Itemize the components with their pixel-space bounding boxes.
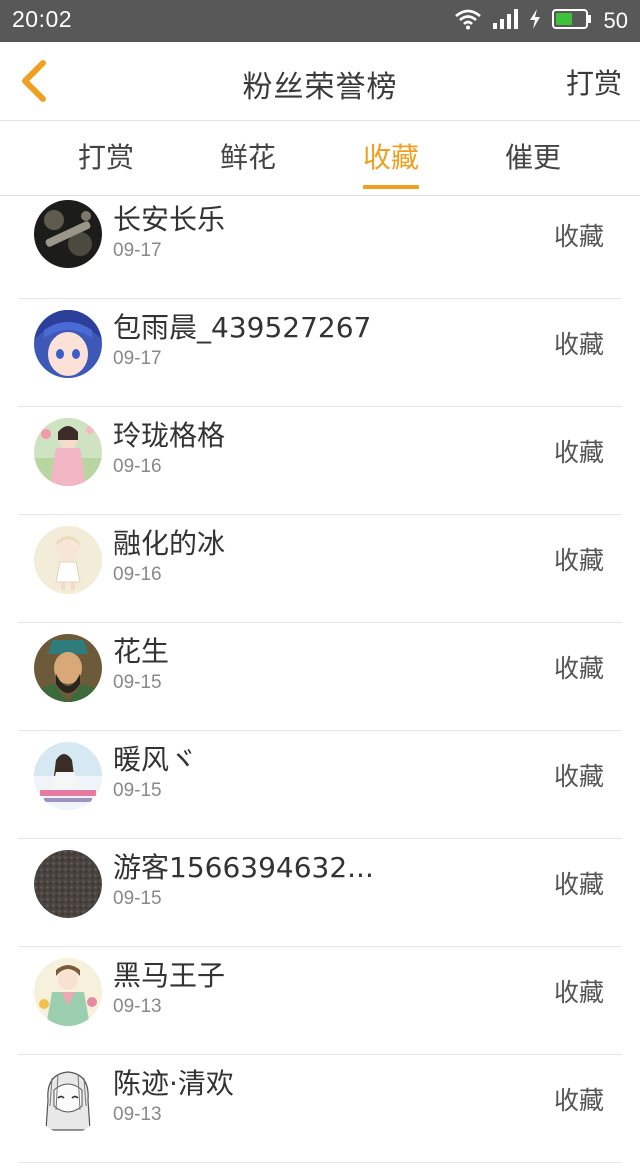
page-title: 粉丝荣誉榜 — [242, 70, 398, 105]
fan-name: 长安长乐 — [113, 203, 226, 236]
avatar — [34, 850, 102, 918]
active-tab-indicator — [363, 185, 419, 189]
tab-label: 打赏 — [77, 141, 134, 174]
fan-action: 收藏 — [553, 1086, 604, 1115]
fan-name: 融化的冰 — [113, 527, 226, 560]
fan-name: 游客1566394632... — [113, 851, 374, 884]
signal-icon — [492, 8, 518, 34]
list-item[interactable]: 花生 09-15 收藏 — [18, 622, 622, 731]
fan-action: 收藏 — [553, 762, 604, 791]
tab-flowers[interactable]: 鲜花 — [188, 121, 308, 195]
fan-action: 收藏 — [553, 978, 604, 1007]
tab-label: 催更 — [504, 141, 561, 174]
battery-level: 50 — [603, 8, 628, 33]
fan-date: 09-13 — [113, 1104, 162, 1125]
status-icons: 50 — [454, 8, 628, 34]
list-item[interactable]: 黑马王子 09-13 收藏 — [18, 946, 622, 1055]
list-item[interactable]: 长安长乐 09-17 收藏 — [18, 190, 622, 299]
fan-date: 09-13 — [113, 996, 162, 1017]
list-item[interactable]: 暖风ヾ 09-15 收藏 — [18, 730, 622, 839]
tab-reward[interactable]: 打赏 — [46, 121, 166, 195]
fan-name: 包雨晨_439527267 — [113, 311, 372, 344]
fan-date: 09-15 — [113, 672, 162, 693]
fan-action: 收藏 — [553, 330, 604, 359]
list-item[interactable]: 包雨晨_439527267 09-17 收藏 — [18, 298, 622, 407]
tab-bar: 打赏 鲜花 收藏 催更 — [0, 121, 640, 196]
avatar — [34, 418, 102, 486]
fan-date: 09-17 — [113, 240, 162, 261]
status-bar: 20:02 50 — [0, 0, 640, 42]
fan-date: 09-15 — [113, 780, 162, 801]
fan-date: 09-16 — [113, 456, 162, 477]
wifi-icon — [454, 8, 482, 34]
fan-date: 09-17 — [113, 348, 162, 369]
avatar — [34, 526, 102, 594]
list-item[interactable]: 陈迹·清欢 09-13 收藏 — [18, 1054, 622, 1163]
fan-action: 收藏 — [553, 222, 604, 251]
list-item[interactable]: 融化的冰 09-16 收藏 — [18, 514, 622, 623]
nav-bar: 粉丝荣誉榜 打赏 — [0, 42, 640, 121]
battery-icon — [551, 8, 592, 34]
fan-name: 玲珑格格 — [113, 419, 226, 452]
fan-name: 陈迹·清欢 — [113, 1067, 234, 1100]
avatar — [34, 634, 102, 702]
fan-action: 收藏 — [553, 870, 604, 899]
fan-date: 09-15 — [113, 888, 162, 909]
charging-icon — [528, 8, 542, 34]
avatar — [34, 200, 102, 268]
fan-name: 暖风ヾ — [113, 743, 198, 776]
tab-favorites[interactable]: 收藏 — [331, 121, 451, 195]
fan-action: 收藏 — [553, 438, 604, 467]
avatar — [34, 958, 102, 1026]
tab-label: 收藏 — [362, 141, 419, 174]
avatar — [34, 310, 102, 378]
fan-action: 收藏 — [553, 546, 604, 575]
fan-action: 收藏 — [553, 654, 604, 683]
list-item[interactable]: 玲珑格格 09-16 收藏 — [18, 406, 622, 515]
status-time: 20:02 — [12, 6, 73, 32]
tab-label: 鲜花 — [219, 141, 276, 174]
reward-button[interactable]: 打赏 — [566, 62, 622, 102]
avatar — [34, 1066, 102, 1134]
avatar — [34, 742, 102, 810]
fan-name: 黑马王子 — [113, 959, 226, 992]
tab-urge[interactable]: 催更 — [473, 121, 593, 195]
list-item[interactable]: 游客1566394632... 09-15 收藏 — [18, 838, 622, 947]
fan-date: 09-16 — [113, 564, 162, 585]
fan-name: 花生 — [113, 635, 170, 668]
